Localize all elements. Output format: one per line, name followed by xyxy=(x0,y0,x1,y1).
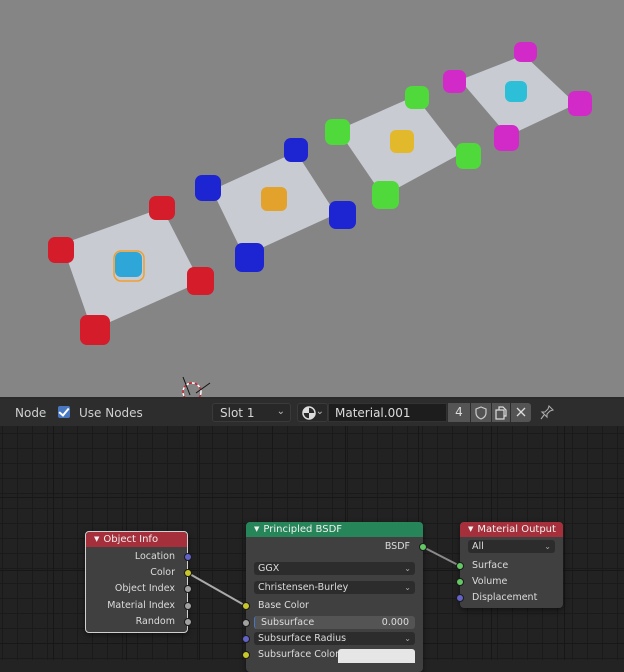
cube-red[interactable] xyxy=(80,315,110,345)
output-random: Random xyxy=(135,616,175,627)
output-material-index: Material Index xyxy=(107,600,175,611)
object-group-green[interactable] xyxy=(325,86,481,209)
distribution-dropdown[interactable]: GGX ⌄ xyxy=(254,562,415,575)
cube-center[interactable] xyxy=(261,187,287,211)
socket-color[interactable] xyxy=(184,569,192,577)
subsurface-method-value: Christensen-Burley xyxy=(258,582,349,593)
subsurface-method-dropdown[interactable]: Christensen-Burley ⌄ xyxy=(254,581,415,594)
slot-value: Slot 1 xyxy=(220,406,255,420)
output-object-index: Object Index xyxy=(114,583,175,594)
material-sphere-icon xyxy=(302,406,316,420)
subsurface-color-swatch[interactable] xyxy=(338,649,415,663)
cube-center[interactable] xyxy=(390,130,414,153)
socket-surface[interactable] xyxy=(456,562,464,570)
use-nodes-label[interactable]: Use Nodes xyxy=(79,406,143,420)
output-bsdf: BSDF xyxy=(384,541,410,552)
3d-viewport[interactable] xyxy=(0,0,624,398)
socket-material-index[interactable] xyxy=(184,602,192,610)
node-title: Object Info xyxy=(103,534,159,545)
new-material-button[interactable] xyxy=(492,403,510,422)
target-dropdown[interactable]: All ⌄ xyxy=(468,540,555,553)
node-title: Material Output xyxy=(477,524,556,535)
socket-bsdf[interactable] xyxy=(419,543,427,551)
cube-blue[interactable] xyxy=(235,243,264,272)
socket-subsurface[interactable] xyxy=(242,619,250,627)
cube-green[interactable] xyxy=(456,143,481,169)
socket-random[interactable] xyxy=(184,618,192,626)
subsurface-radius-dropdown[interactable]: Subsurface Radius ⌄ xyxy=(254,632,415,645)
collapse-triangle-icon[interactable]: ▼ xyxy=(94,535,99,543)
scene xyxy=(48,42,592,398)
object-group-blue[interactable] xyxy=(195,138,356,272)
chevron-down-icon: ⌄ xyxy=(315,406,324,417)
material-browse-button[interactable]: ⌄ xyxy=(297,403,328,422)
subsurface-slider[interactable]: Subsurface 0.000 xyxy=(254,616,415,629)
cube-red[interactable] xyxy=(149,196,175,220)
user-count-button[interactable]: 4 xyxy=(448,403,470,422)
distribution-value: GGX xyxy=(258,563,280,574)
pin-button[interactable] xyxy=(538,403,556,422)
node-title: Principled BSDF xyxy=(263,524,343,535)
object-group-magenta[interactable] xyxy=(443,42,592,151)
slot-dropdown[interactable]: Slot 1 ⌄ xyxy=(212,403,291,422)
cube-magenta[interactable] xyxy=(514,42,537,62)
3d-cursor-icon xyxy=(182,376,211,398)
socket-base-color[interactable] xyxy=(242,602,250,610)
chevron-down-icon: ⌄ xyxy=(276,406,285,417)
input-surface: Surface xyxy=(472,560,509,571)
chevron-down-icon: ⌄ xyxy=(544,542,551,551)
cube-magenta[interactable] xyxy=(568,91,592,116)
node-menu[interactable]: Node xyxy=(15,406,46,420)
cube-blue[interactable] xyxy=(284,138,308,162)
socket-subsurface-color[interactable] xyxy=(242,651,250,659)
socket-displacement[interactable] xyxy=(456,594,464,602)
cube-red[interactable] xyxy=(48,237,74,263)
fake-user-button[interactable] xyxy=(471,403,491,422)
chevron-down-icon: ⌄ xyxy=(404,634,411,643)
node-header[interactable]: ▼ Material Output xyxy=(460,522,563,537)
pin-icon xyxy=(540,404,555,420)
material-name: Material.001 xyxy=(335,406,411,420)
input-subsurface-color: Subsurface Color xyxy=(258,649,340,660)
cube-blue[interactable] xyxy=(329,201,356,229)
node-header[interactable]: ▼ Principled BSDF xyxy=(246,522,423,537)
cube-blue[interactable] xyxy=(195,175,221,201)
output-location: Location xyxy=(134,551,175,562)
cube-center-selected[interactable] xyxy=(115,252,142,277)
socket-object-index[interactable] xyxy=(184,585,192,593)
unlink-material-button[interactable] xyxy=(511,403,531,422)
subsurface-label: Subsurface xyxy=(261,617,315,628)
input-volume: Volume xyxy=(472,576,508,587)
target-value: All xyxy=(472,541,484,552)
cube-green[interactable] xyxy=(405,86,429,109)
duplicate-icon xyxy=(495,406,507,420)
output-color: Color xyxy=(150,567,175,578)
subsurface-radius-label: Subsurface Radius xyxy=(258,633,347,644)
socket-location[interactable] xyxy=(184,553,192,561)
shield-icon xyxy=(475,406,487,420)
subsurface-value: 0.000 xyxy=(381,617,409,628)
material-name-field[interactable]: Material.001 xyxy=(328,403,447,422)
cube-magenta[interactable] xyxy=(494,125,519,151)
cube-magenta[interactable] xyxy=(443,70,466,93)
node-header[interactable]: ▼ Object Info xyxy=(86,532,187,547)
input-base-color: Base Color xyxy=(258,600,309,611)
cube-red[interactable] xyxy=(187,267,214,295)
use-nodes-checkbox[interactable] xyxy=(58,406,70,418)
collapse-triangle-icon[interactable]: ▼ xyxy=(468,525,473,533)
close-icon xyxy=(516,407,526,417)
collapse-triangle-icon[interactable]: ▼ xyxy=(254,525,259,533)
socket-volume[interactable] xyxy=(456,578,464,586)
cube-green[interactable] xyxy=(325,119,350,145)
cube-center[interactable] xyxy=(505,81,527,102)
cube-green[interactable] xyxy=(372,181,399,209)
chevron-down-icon: ⌄ xyxy=(404,583,411,592)
chevron-down-icon: ⌄ xyxy=(404,564,411,573)
object-group-red[interactable] xyxy=(48,196,214,345)
socket-subsurface-radius[interactable] xyxy=(242,635,250,643)
input-displacement: Displacement xyxy=(472,592,538,603)
